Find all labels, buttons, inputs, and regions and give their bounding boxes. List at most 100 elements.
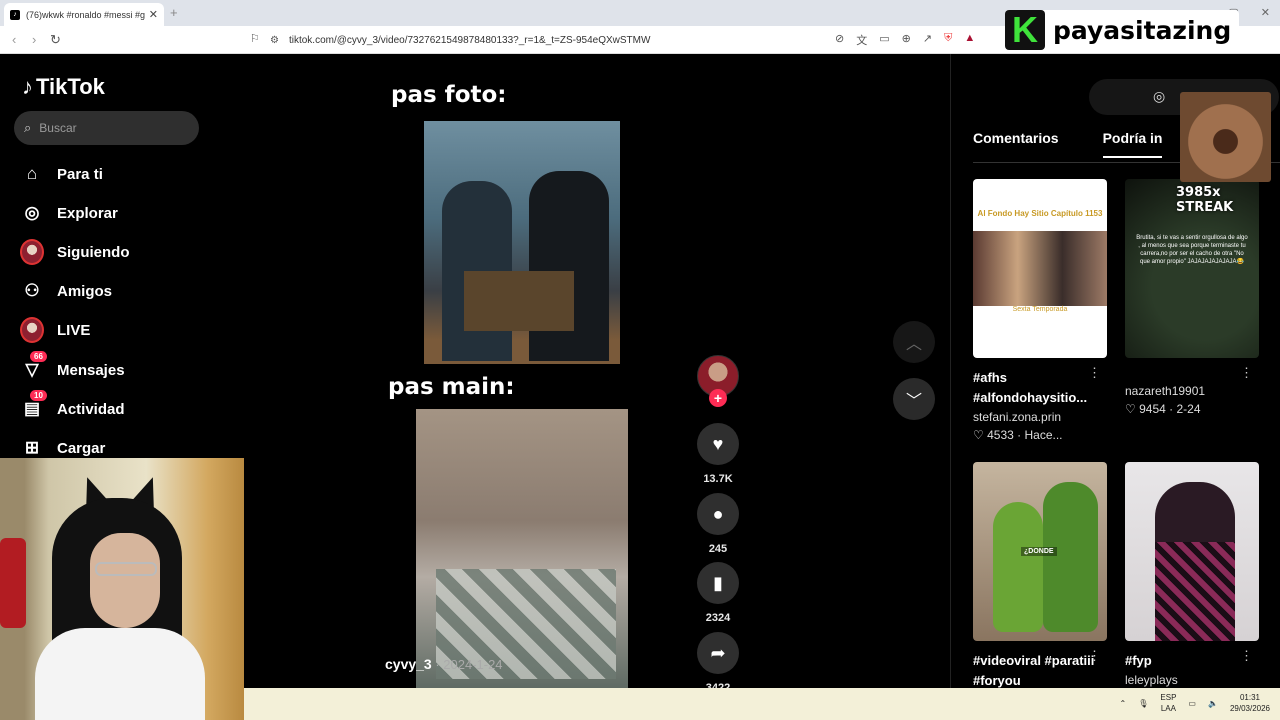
card-title[interactable]: #fyp: [1125, 651, 1259, 671]
sidebar-item-mensajes[interactable]: ▽ 66 Mensajes: [20, 351, 125, 382]
clock[interactable]: 01:31 29/03/2026: [1230, 692, 1270, 714]
address-bar-actions: ⊘ 文 ▭ ⊕ ↗ ⛨ ▲: [835, 32, 975, 48]
card-stats: ♡ 9454 · 2-24: [1125, 402, 1201, 416]
card-age: 2-24: [1176, 402, 1201, 416]
back-icon[interactable]: ‹: [12, 32, 16, 47]
comment-action[interactable]: ● 245: [697, 493, 739, 555]
heart-icon[interactable]: ♥: [697, 423, 739, 465]
tab-close-icon[interactable]: ✕: [149, 8, 158, 21]
video-meta: cyvy_3 · 2024-1-24: [385, 656, 503, 672]
next-video-button[interactable]: ﹀: [893, 378, 935, 420]
brave-rewards-icon[interactable]: ▲: [964, 32, 975, 48]
streamer-body: [35, 628, 205, 720]
webcam-feed: [0, 458, 244, 720]
new-tab-button[interactable]: +: [170, 5, 178, 20]
sidebar-item-label: LIVE: [57, 321, 91, 339]
chevron-up-tray-icon[interactable]: ⌃: [1120, 699, 1127, 708]
save-action[interactable]: ▮ 2324: [697, 562, 739, 624]
language-indicator[interactable]: ESP LAA: [1160, 692, 1176, 714]
no-sound-icon[interactable]: ⊘: [835, 32, 844, 48]
share-arrow-icon[interactable]: ➦: [697, 632, 739, 674]
sidebar-item-explorar[interactable]: ◎ Explorar: [20, 201, 118, 225]
live-avatar-icon: [20, 317, 44, 343]
video-author[interactable]: cyvy_3: [385, 656, 432, 672]
tab-podria-interesarte[interactable]: Podría in: [1102, 130, 1163, 158]
card-user[interactable]: stefani.zona.prin: [973, 410, 1107, 424]
sidebar-item-siguiendo[interactable]: Siguiendo: [20, 239, 130, 265]
more-options-icon[interactable]: ⋮: [1088, 648, 1101, 664]
card-title[interactable]: #videoviral #paratiii #foryou: [973, 651, 1107, 691]
forward-icon[interactable]: ›: [32, 32, 36, 47]
sidebar-item-cargar[interactable]: ⊞ Cargar: [20, 436, 105, 460]
friends-icon: ⚇: [24, 281, 40, 300]
following-avatar-icon: [20, 239, 44, 265]
video-thumbnail[interactable]: ¿DONDE: [973, 462, 1107, 641]
search-input[interactable]: ⌕ Buscar: [14, 111, 199, 145]
messages-badge: 66: [30, 351, 47, 362]
meme-photo-chess-pro: [424, 121, 620, 364]
screenshot-icon[interactable]: ▭: [879, 32, 889, 48]
comment-count: 245: [708, 543, 728, 555]
sidebar-item-label: Siguiendo: [57, 243, 130, 261]
network-icon[interactable]: ▭: [1188, 699, 1196, 708]
more-options-icon[interactable]: ⋮: [1088, 365, 1101, 381]
recommended-video-card[interactable]: ⋮ #fyp leleyplays: [1125, 462, 1259, 687]
meme-caption-bottom: pas main:: [388, 374, 515, 400]
more-options-icon[interactable]: ⋮: [1240, 648, 1253, 664]
translate-icon[interactable]: 文: [856, 32, 867, 48]
panel-tabs: Comentarios Podría in: [973, 130, 1163, 158]
streak-counter: 3985x STREAK: [1176, 185, 1234, 215]
site-info-icon[interactable]: ⚙: [270, 35, 279, 46]
card-likes: 4533: [987, 428, 1014, 442]
channel-name: payasitazing: [1053, 15, 1232, 45]
search-placeholder: Buscar: [39, 121, 77, 135]
upload-icon: ⊞: [24, 438, 40, 457]
tiktok-logo[interactable]: ♪ TikTok: [22, 74, 105, 100]
share-icon[interactable]: ↗: [923, 32, 932, 48]
comment-icon[interactable]: ●: [697, 493, 739, 535]
compass-icon: ◎: [24, 203, 40, 222]
sidebar-item-actividad[interactable]: ▤ 10 Actividad: [20, 390, 125, 421]
card-user[interactable]: nazareth19901: [1125, 384, 1259, 398]
card-age: Hace...: [1024, 428, 1063, 442]
recommended-video-card[interactable]: Al Fondo Hay Sitio Capítulo 1153 Sexta T…: [973, 179, 1107, 442]
reload-icon[interactable]: ↻: [50, 32, 61, 48]
sidebar-item-amigos[interactable]: ⚇ Amigos: [20, 279, 112, 303]
compass-small-icon[interactable]: ◎: [1153, 88, 1165, 105]
system-tray: ⌃ 🎙 ESP LAA ▭ 🔈 01:31 29/03/2026: [1120, 692, 1270, 714]
chevron-down-icon: ﹀: [905, 393, 922, 410]
video-thumbnail[interactable]: Al Fondo Hay Sitio Capítulo 1153 Sexta T…: [973, 179, 1107, 358]
sidebar-item-label: Cargar: [57, 439, 106, 457]
mic-tray-icon[interactable]: 🎙: [1138, 699, 1148, 708]
zoom-icon[interactable]: ⊕: [902, 32, 911, 48]
thumbnail-text: ¿DONDE: [1021, 547, 1057, 556]
tab-comentarios[interactable]: Comentarios: [973, 130, 1059, 158]
video-thumbnail[interactable]: [1125, 462, 1259, 641]
card-user[interactable]: leleyplays: [1125, 673, 1259, 687]
bookmark-save-icon[interactable]: ▮: [697, 562, 739, 604]
more-options-icon[interactable]: ⋮: [1240, 365, 1253, 381]
sidebar-item-label: Amigos: [57, 282, 113, 300]
recommended-video-card[interactable]: ¿DONDE ⋮ #videoviral #paratiii #foryou: [973, 462, 1107, 691]
bookmark-icon[interactable]: ⚐: [250, 32, 260, 45]
volume-icon[interactable]: 🔈: [1208, 699, 1218, 708]
sidebar-item-para-ti[interactable]: ⌂ Para ti: [20, 162, 103, 186]
brave-shield-icon[interactable]: ⛨: [944, 32, 952, 48]
share-action[interactable]: ➦ 3422: [697, 632, 739, 694]
video-date: · 2024-1-24: [431, 657, 503, 672]
browser-tab[interactable]: ♪ (76)wkwk #ronaldo #messi #go... ✕: [4, 3, 164, 26]
card-title[interactable]: #afhs #alfondohaysitio...: [973, 368, 1107, 408]
previous-video-button[interactable]: ︿: [893, 321, 935, 363]
thumbnail-title: Al Fondo Hay Sitio Capítulo 1153: [977, 209, 1103, 218]
like-count: 13.7K: [703, 473, 733, 485]
streamer-logo: K payasitazing: [1005, 10, 1240, 50]
sidebar-item-live[interactable]: LIVE: [20, 317, 91, 343]
like-action[interactable]: ♥ 13.7K: [697, 423, 739, 485]
sidebar-item-label: Mensajes: [57, 361, 125, 379]
window-close-icon[interactable]: ✕: [1261, 6, 1270, 19]
thumbnail-text: Brutita, si te vas a sentir orgullosa de…: [1136, 235, 1248, 265]
language-code: ESP: [1160, 693, 1177, 702]
follow-button[interactable]: +: [709, 389, 727, 407]
save-count: 2324: [705, 612, 731, 624]
clock-time: 01:31: [1239, 693, 1260, 702]
